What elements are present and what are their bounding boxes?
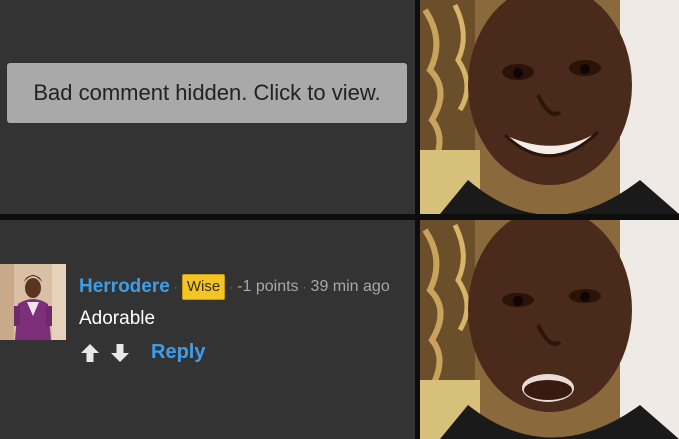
reply-button[interactable]: Reply (151, 341, 205, 364)
separator-dot: · (173, 280, 178, 294)
comment-timestamp[interactable]: 39 min ago (311, 278, 390, 296)
top-panel: Bad comment hidden. Click to view. (0, 0, 415, 214)
hidden-comment-button[interactable]: Bad comment hidden. Click to view. (7, 63, 407, 123)
arrow-down-icon[interactable] (109, 342, 131, 364)
separator-dot: · (302, 280, 307, 294)
user-badge: Wise (181, 274, 226, 300)
arrow-up-icon[interactable] (79, 342, 101, 364)
happy-face-photo (420, 0, 679, 214)
comment-meta: Herrodere · Wise · -1 points · 39 min ag… (79, 272, 390, 302)
comment-body: Adorable (79, 308, 156, 329)
username-link[interactable]: Herrodere (79, 276, 170, 298)
comment-actions: Reply (79, 341, 205, 364)
comment-points: -1 points (237, 278, 299, 295)
avatar[interactable] (0, 264, 66, 340)
disappointed-face-photo (420, 220, 679, 439)
separator-dot: · (229, 280, 234, 294)
